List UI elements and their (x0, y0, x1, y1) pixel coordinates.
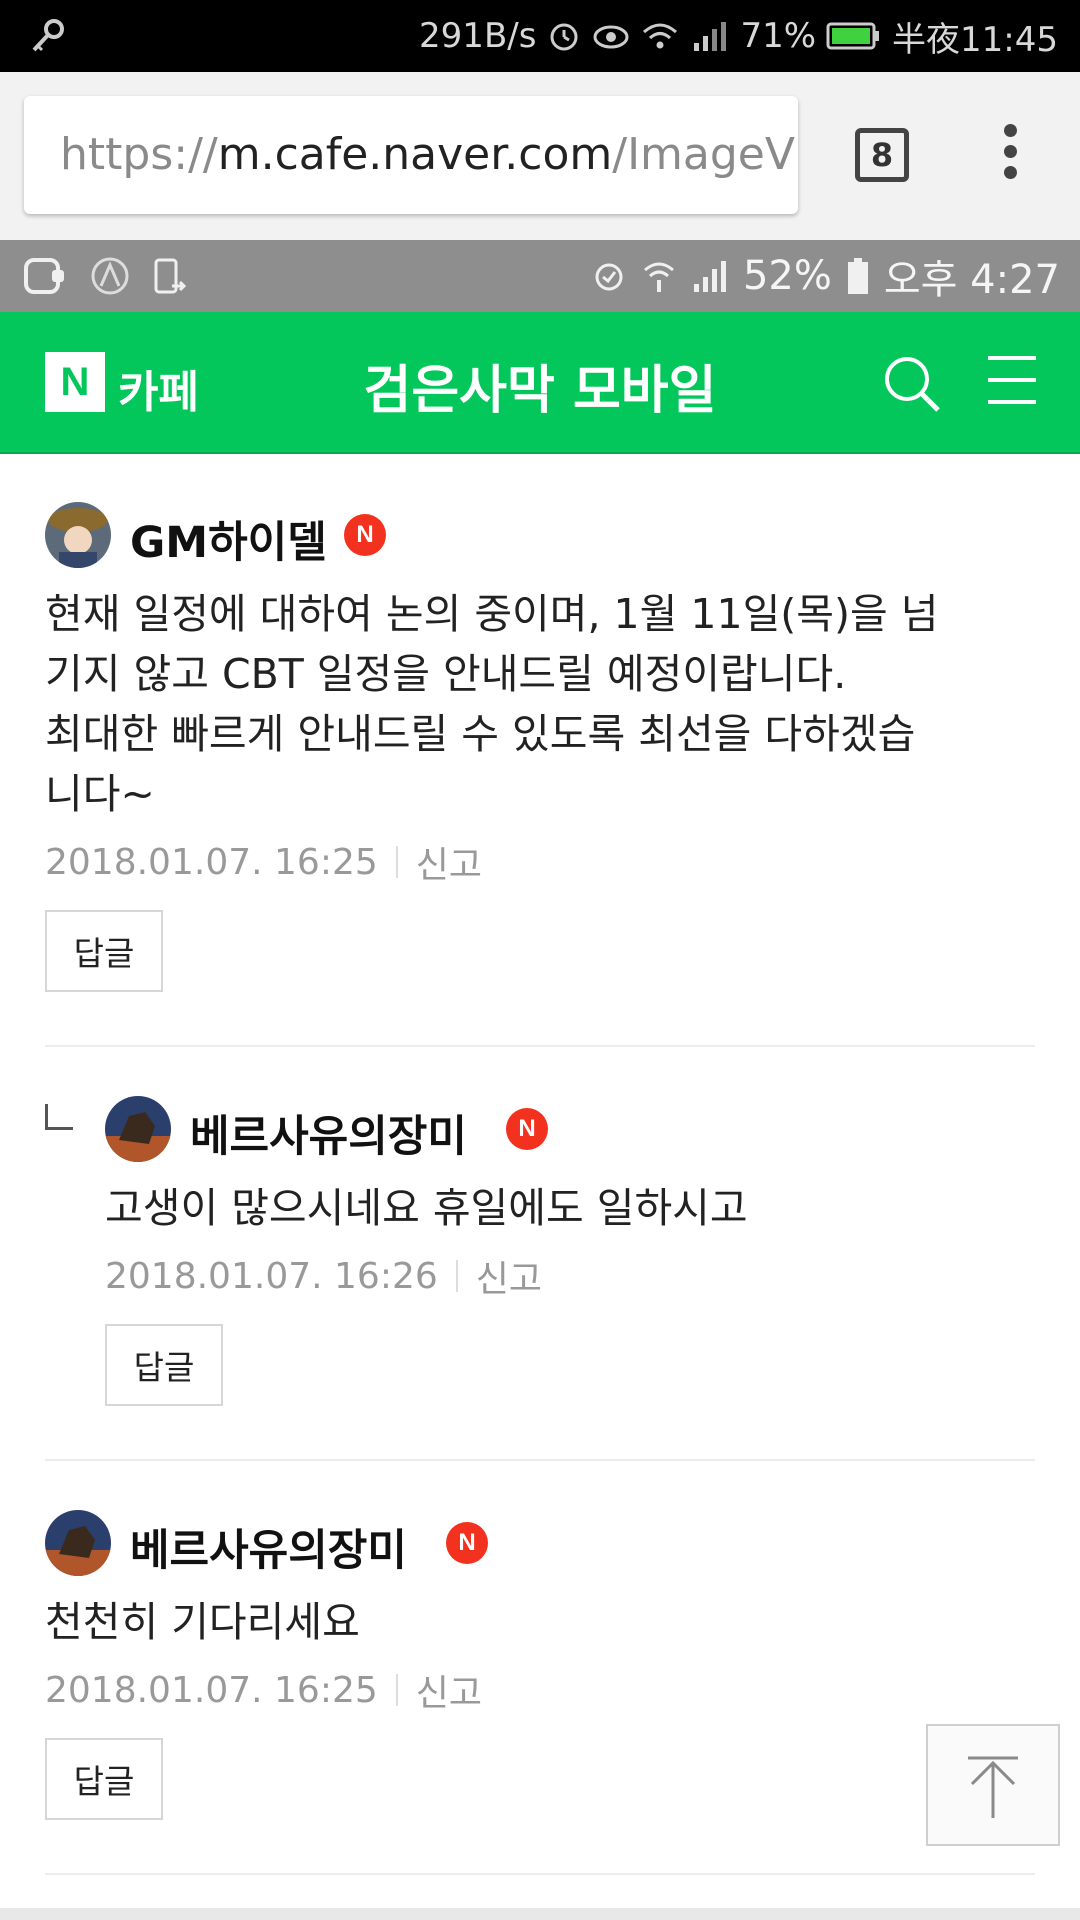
u-plus-icon (24, 258, 64, 294)
url-scheme: https:// (60, 129, 218, 180)
battery-icon (826, 21, 882, 51)
page-bottom-edge (0, 1908, 1080, 1920)
wifi-icon (643, 262, 674, 292)
new-badge: N (446, 1522, 488, 1564)
avatar[interactable] (45, 502, 111, 568)
signal-icon (690, 19, 730, 53)
meta-divider (395, 1674, 398, 1706)
wifi-icon (640, 20, 680, 52)
new-badge: N (344, 514, 386, 556)
comment-line: 니다~ (45, 770, 155, 818)
url-path: /ImageV (612, 129, 795, 180)
comment-author[interactable]: GM하이델 (130, 508, 327, 570)
arrow-up-icon (968, 1756, 1018, 1818)
browser-toolbar: https://m.cafe.naver.com/ImageV 8 (0, 72, 1080, 240)
url-bar[interactable]: https://m.cafe.naver.com/ImageV (24, 96, 798, 214)
comment-date: 2018.01.07. 16:25 (45, 841, 378, 883)
comment-author[interactable]: 베르사유의장미 (190, 1102, 467, 1164)
inner-clock: 오후 4:27 (883, 257, 1060, 303)
alarm-icon (595, 263, 623, 291)
comment-text: 고생이 많으시네요 휴일에도 일하시고 (105, 1178, 1045, 1238)
comment-text: 현재 일정에 대하여 논의 중이며, 1월 11일(목)을 넘 기지 않고 CB… (45, 584, 1045, 824)
comment-divider (45, 1459, 1035, 1461)
comment-meta: 2018.01.07. 16:25 신고 (45, 1664, 482, 1716)
meta-divider (395, 846, 398, 878)
reply-indicator-icon (45, 1104, 73, 1130)
comment-date: 2018.01.07. 16:25 (45, 1669, 378, 1711)
report-link[interactable]: 신고 (416, 1664, 482, 1716)
hamburger-menu-icon[interactable] (988, 356, 1036, 408)
comment-line: 현재 일정에 대하여 논의 중이며, 1월 11일(목)을 넘 (45, 590, 939, 638)
comment-divider (45, 1045, 1035, 1047)
meta-divider (455, 1260, 458, 1292)
phone-transfer-icon (154, 258, 187, 294)
avatar[interactable] (105, 1096, 171, 1162)
new-badge: N (506, 1108, 548, 1150)
report-link[interactable]: 신고 (416, 836, 482, 888)
reply-button[interactable]: 답글 (105, 1324, 223, 1406)
inner-status-bar: 52% 오후 4:27 (0, 240, 1080, 312)
tab-switcher-button[interactable]: 8 (855, 128, 909, 182)
reply-button[interactable]: 답글 (45, 910, 163, 992)
url-host: m.cafe.naver.com (217, 129, 613, 180)
avatar[interactable] (45, 1510, 111, 1576)
comment-meta: 2018.01.07. 16:26 신고 (105, 1250, 542, 1302)
system-status-bar: 291B/s 71% 半夜11:45 (0, 0, 1080, 72)
clock: 半夜11:45 (892, 19, 1058, 60)
comment-line: 고생이 많으시네요 휴일에도 일하시고 (105, 1184, 748, 1232)
comment-meta: 2018.01.07. 16:25 신고 (45, 836, 482, 888)
battery-icon (847, 258, 868, 294)
comment-date: 2018.01.07. 16:26 (105, 1255, 438, 1297)
search-icon[interactable] (880, 352, 944, 416)
cafe-header: N 카페 검은사막 모바일 (0, 312, 1080, 454)
comment-line: 기지 않고 CBT 일정을 안내드릴 예정이랍니다. (45, 650, 847, 698)
network-speed: 291B/s (419, 16, 537, 56)
a-circle-icon (91, 257, 129, 295)
scroll-to-top-button[interactable] (926, 1724, 1060, 1846)
eye-icon (592, 21, 630, 51)
report-link[interactable]: 신고 (476, 1250, 542, 1302)
comment-divider (45, 1873, 1035, 1875)
reply-button[interactable]: 답글 (45, 1738, 163, 1820)
inner-battery-percent: 52% (742, 253, 832, 299)
comment-author[interactable]: 베르사유의장미 (130, 1516, 407, 1578)
signal-icon (693, 261, 726, 292)
alarm-icon (546, 18, 582, 54)
comment-text: 천천히 기다리세요 (45, 1592, 1045, 1652)
key-icon (30, 18, 66, 58)
battery-percent: 71% (740, 16, 817, 56)
browser-menu-icon[interactable] (990, 124, 1030, 188)
comment-line: 천천히 기다리세요 (45, 1598, 360, 1646)
comment-line: 최대한 빠르게 안내드릴 수 있도록 최선을 다하겠습 (45, 710, 916, 758)
